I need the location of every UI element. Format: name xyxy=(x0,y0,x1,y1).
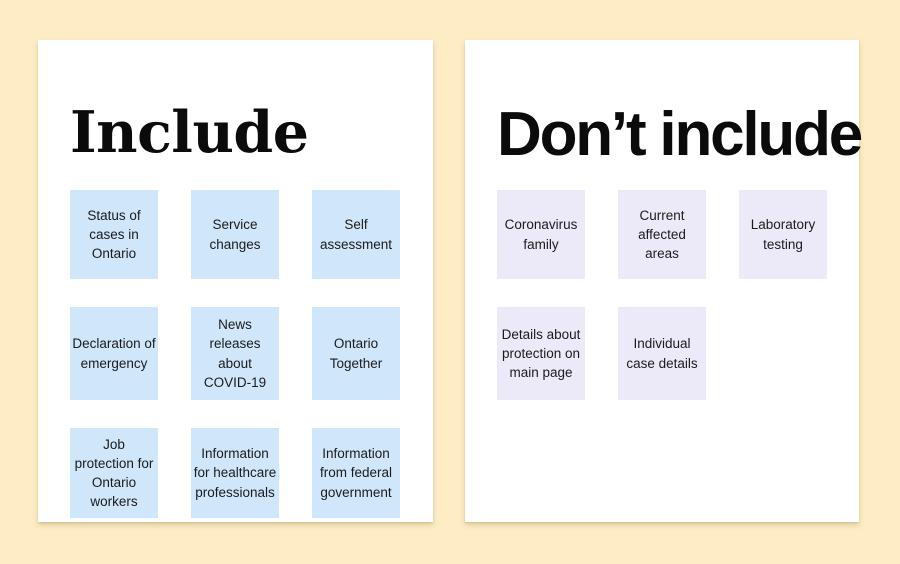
sticky-note-text: Laboratory testing xyxy=(750,217,816,252)
sticky-note[interactable]: Declaration of emergency xyxy=(70,307,158,400)
sticky-note-text: Self assessment xyxy=(319,217,393,252)
dont-include-notes-area: Coronavirus family Current affected area… xyxy=(465,40,859,522)
sticky-note[interactable]: Current affected areas xyxy=(618,190,706,279)
sticky-note-board: Include Status of cases in Ontario Servi… xyxy=(0,0,900,564)
sticky-note[interactable]: Information for healthcare professionals xyxy=(191,428,279,518)
sticky-note[interactable]: Service changes xyxy=(191,190,279,279)
sticky-note-text: Service changes xyxy=(209,217,261,252)
dont-include-note-row-2: Details about protection on main page In… xyxy=(497,307,860,400)
sticky-note-text: Status of cases in Ontario xyxy=(87,207,141,262)
include-note-row-3: Job protection for Ontario workers Infor… xyxy=(70,428,400,518)
sticky-note[interactable]: Job protection for Ontario workers xyxy=(70,428,158,518)
include-notes-area: Status of cases in Ontario Service chang… xyxy=(38,40,433,522)
include-note-row-2: Declaration of emergency News releases a… xyxy=(70,307,400,400)
sticky-note[interactable]: Laboratory testing xyxy=(739,190,827,279)
sticky-note-text: News releases about COVID-19 xyxy=(203,317,267,390)
sticky-note[interactable]: News releases about COVID-19 xyxy=(191,307,279,400)
sticky-note-text: Current affected areas xyxy=(638,207,686,262)
dont-include-note-row-1: Coronavirus family Current affected area… xyxy=(497,190,827,279)
sticky-note[interactable]: Individual case details xyxy=(618,307,706,400)
sticky-note[interactable]: Self assessment xyxy=(312,190,400,279)
sticky-note[interactable]: Status of cases in Ontario xyxy=(70,190,158,279)
sticky-note-text: Details about protection on main page xyxy=(501,326,581,381)
sticky-note[interactable]: Coronavirus family xyxy=(497,190,585,279)
sticky-note-text: Information from federal government xyxy=(319,446,393,500)
sticky-note-text: Individual case details xyxy=(626,336,698,371)
sticky-note-text: Declaration of emergency xyxy=(72,336,156,371)
sticky-note[interactable]: Ontario Together xyxy=(312,307,400,400)
include-note-row-1: Status of cases in Ontario Service chang… xyxy=(70,190,400,279)
sticky-note-text: Information for healthcare professionals xyxy=(193,446,277,500)
dont-include-panel-card: Don’t include Coronavirus family Current… xyxy=(465,40,863,522)
sticky-note-text: Job protection for Ontario workers xyxy=(74,436,154,510)
sticky-note-text: Coronavirus family xyxy=(504,217,578,252)
sticky-note-text: Ontario Together xyxy=(329,336,383,371)
sticky-note[interactable]: Details about protection on main page xyxy=(497,307,585,400)
sticky-note[interactable]: Information from federal government xyxy=(312,428,400,518)
include-panel-card: Include Status of cases in Ontario Servi… xyxy=(38,40,433,522)
